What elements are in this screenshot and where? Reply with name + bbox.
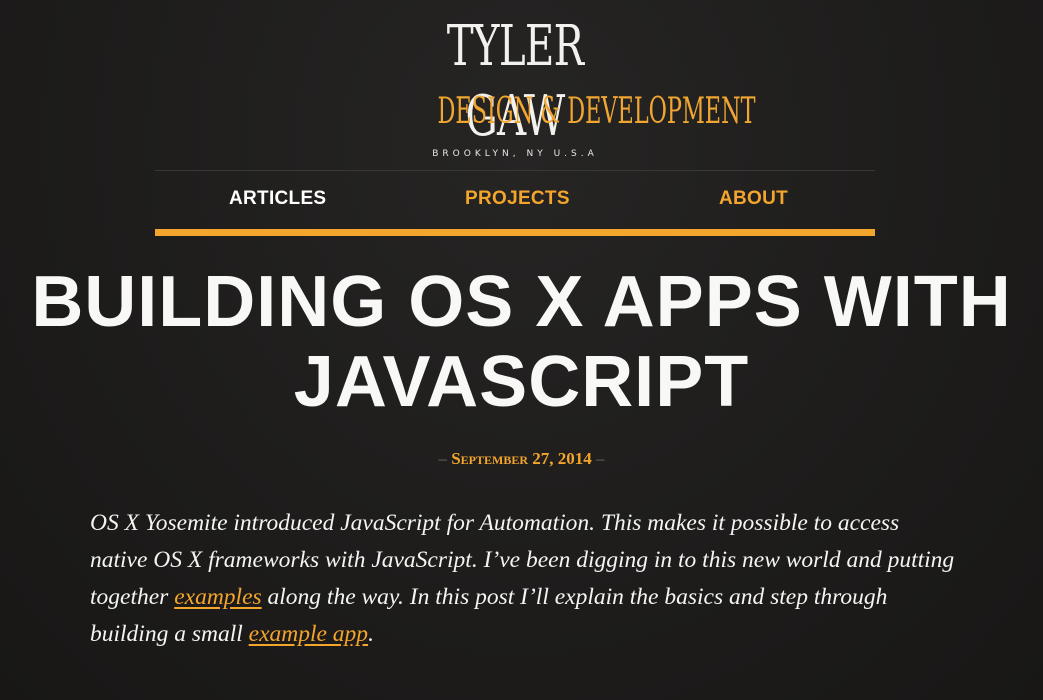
nav-item-about[interactable]: ABOUT xyxy=(719,188,788,210)
nav-item-projects[interactable]: PROJECTS xyxy=(465,188,570,210)
site-logo[interactable]: TYLER GAW DESIGN & DEVELOPMENT BROOKLYN,… xyxy=(0,6,1043,166)
logo-location: BROOKLYN, NY U.S.A xyxy=(432,149,598,159)
article-intro: OS X Yosemite introduced JavaScript for … xyxy=(90,505,960,653)
intro-text-3: . xyxy=(368,621,374,647)
main-nav: ARTICLES PROJECTS ABOUT xyxy=(155,170,875,236)
nav-item-articles[interactable]: ARTICLES xyxy=(229,188,326,210)
date-dash-left: – xyxy=(438,449,447,468)
article-date-line: – September 27, 2014 – xyxy=(0,449,1043,469)
logo-tagline: DESIGN & DEVELOPMENT xyxy=(437,91,756,132)
article-title: BUILDING OS X APPS WITH JAVASCRIPT xyxy=(31,262,1012,422)
article-date: September 27, 2014 xyxy=(451,449,592,468)
date-dash-right: – xyxy=(596,449,605,468)
example-app-link[interactable]: example app xyxy=(249,621,368,647)
examples-link[interactable]: examples xyxy=(174,584,261,610)
